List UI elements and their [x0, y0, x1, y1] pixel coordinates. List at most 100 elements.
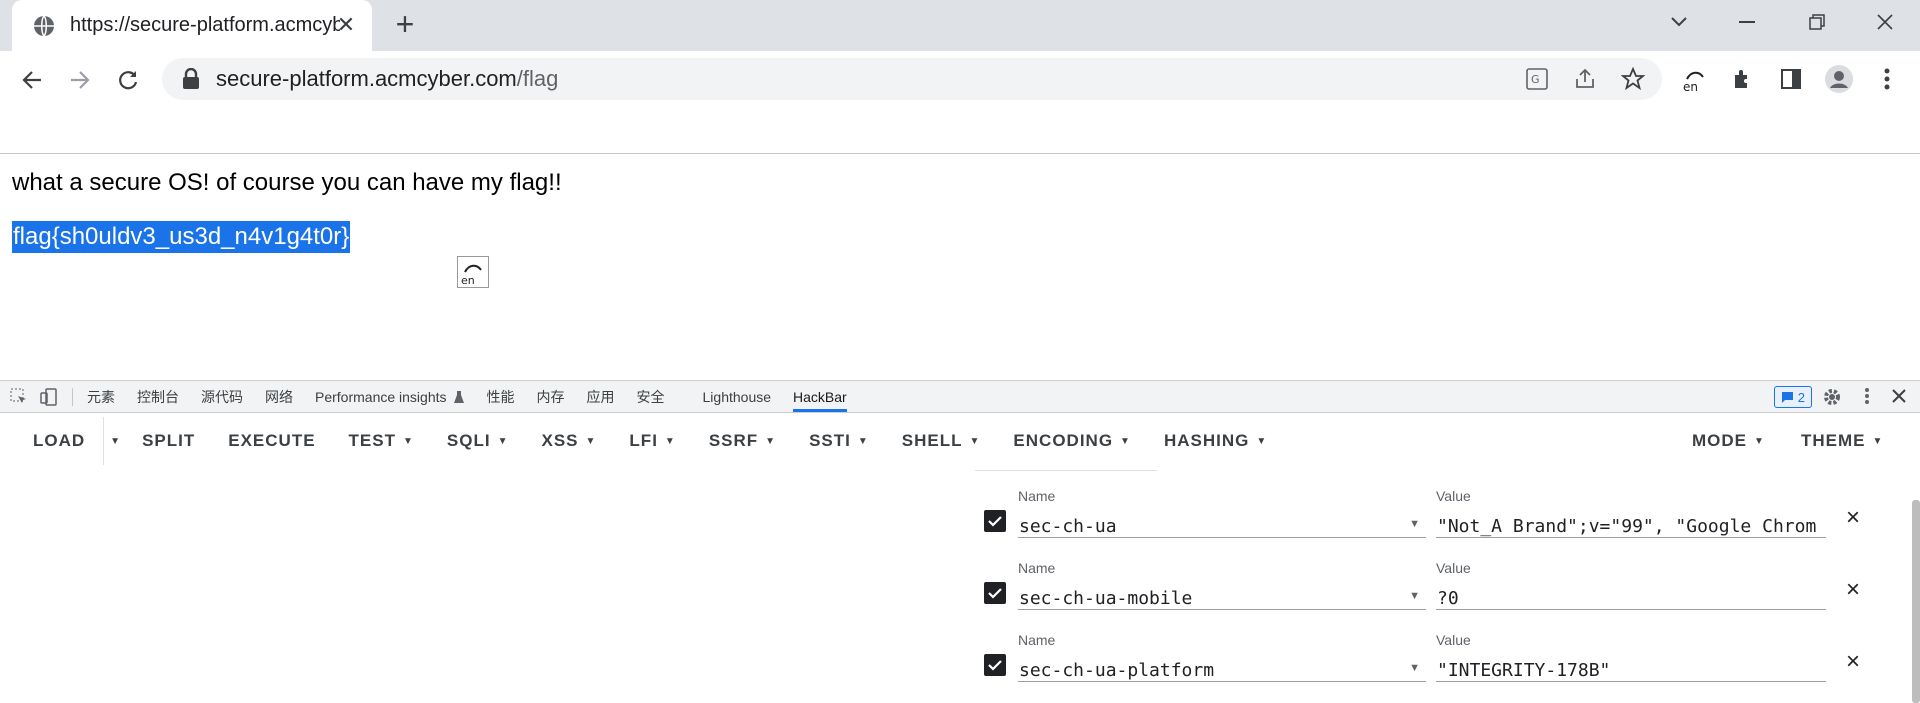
name-label: Name [1018, 488, 1056, 504]
inspect-element-icon[interactable] [10, 388, 28, 406]
header-value-text: "Not_A Brand";v="99", "Google Chrom [1437, 516, 1817, 537]
theme-menu-label: THEME [1801, 431, 1866, 450]
remove-header-icon[interactable]: × [1842, 506, 1864, 530]
header-value-input[interactable]: "INTEGRITY-178B" [1436, 650, 1826, 682]
address-bar[interactable]: secure-platform.acmcyber.com/flag G [162, 58, 1662, 100]
headers-scrollbar[interactable] [1912, 500, 1920, 703]
header-row: Name Value sec-ch-ua-mobile ▼ ?0 × [980, 556, 1880, 628]
remove-header-icon[interactable]: × [1842, 578, 1864, 602]
sqli-menu[interactable]: SQLI ▼ [447, 431, 509, 451]
sqli-menu-label: SQLI [446, 431, 491, 450]
header-enabled-checkbox[interactable] [984, 654, 1006, 676]
close-window-icon[interactable] [1850, 0, 1920, 44]
tab-memory[interactable]: 内存 [537, 381, 565, 412]
header-row: Name Value sec-ch-ua ▼ "Not_A Brand";v="… [980, 484, 1880, 556]
menu-kebab-icon[interactable] [1872, 64, 1902, 94]
xss-menu-label: XSS [541, 431, 579, 450]
minimize-icon[interactable] [1712, 0, 1782, 44]
flask-icon [453, 390, 464, 403]
header-name-text: sec-ch-ua [1019, 516, 1117, 537]
remove-header-icon[interactable]: × [1842, 650, 1864, 674]
header-name-text: sec-ch-ua-platform [1019, 660, 1215, 681]
settings-gear-icon[interactable] [1822, 387, 1842, 407]
shell-menu-label: SHELL [901, 431, 963, 450]
tab-console[interactable]: 控制台 [137, 381, 179, 412]
flag-text[interactable]: flag{sh0uldv3_us3d_n4v1g4t0r} [12, 221, 351, 253]
tab-elements[interactable]: 元素 [87, 381, 115, 412]
reload-icon[interactable] [110, 62, 146, 98]
tab-performance-insights[interactable]: Performance insights [315, 381, 465, 412]
hashing-menu[interactable]: HASHING ▼ [1164, 431, 1267, 451]
side-panel-icon[interactable] [1776, 64, 1806, 94]
close-tab-icon[interactable]: ✕ [334, 12, 358, 37]
browser-toolbar: secure-platform.acmcyber.com/flag G en [0, 51, 1920, 154]
shell-menu[interactable]: SHELL ▼ [902, 431, 981, 451]
mode-menu-label: MODE [1692, 431, 1747, 450]
header-value-text: "INTEGRITY-178B" [1437, 660, 1611, 681]
name-label: Name [1018, 632, 1056, 648]
page-content: what a secure OS! of course you can have… [0, 155, 1920, 380]
caret-down-icon: ▼ [969, 435, 981, 447]
forward-icon[interactable] [62, 62, 98, 98]
selection-translate-icon[interactable]: en [457, 256, 489, 288]
devtools-more-icon[interactable] [1864, 387, 1870, 405]
tab-sources[interactable]: 源代码 [201, 381, 243, 412]
mode-menu[interactable]: MODE ▼ [1692, 413, 1765, 469]
header-value-input[interactable]: ?0 [1436, 578, 1826, 610]
header-name-select[interactable]: sec-ch-ua ▼ [1018, 506, 1426, 538]
extensions-puzzle-icon[interactable] [1728, 64, 1758, 94]
page-message: what a secure OS! of course you can have… [12, 169, 562, 196]
issues-count: 2 [1797, 389, 1805, 405]
header-value-input[interactable]: "Not_A Brand";v="99", "Google Chrom [1436, 506, 1826, 538]
caret-down-icon: ▼ [497, 435, 509, 447]
hackbar-menu: LOAD ▼ SPLIT EXECUTE TEST ▼ SQLI ▼ XSS ▼ LF… [0, 413, 1920, 469]
xss-menu[interactable]: XSS ▼ [541, 431, 596, 451]
header-name-select[interactable]: sec-ch-ua-platform ▼ [1018, 650, 1426, 682]
split-button[interactable]: SPLIT [142, 431, 195, 451]
tab-security[interactable]: 安全 [637, 381, 665, 412]
translate-icon[interactable]: G [1524, 66, 1550, 92]
encoding-menu[interactable]: ENCODING ▼ [1013, 431, 1131, 451]
tab-network[interactable]: 网络 [265, 381, 293, 412]
url-path: /flag [516, 66, 559, 91]
device-toolbar-icon[interactable] [40, 387, 58, 406]
translator-extension-icon[interactable]: en [1680, 64, 1710, 94]
share-icon[interactable] [1572, 66, 1598, 92]
theme-menu[interactable]: THEME ▼ [1801, 413, 1883, 469]
header-enabled-checkbox[interactable] [984, 582, 1006, 604]
execute-button[interactable]: EXECUTE [228, 431, 315, 451]
svg-text:en: en [1683, 80, 1698, 93]
caret-down-icon: ▼ [1872, 435, 1884, 447]
ssrf-menu[interactable]: SSRF ▼ [709, 431, 776, 451]
tab-search-icon[interactable] [1644, 0, 1714, 44]
encoding-menu-label: ENCODING [1013, 431, 1114, 450]
url-host: secure-platform.acmcyber.com [216, 66, 517, 91]
globe-icon [34, 14, 54, 37]
bookmark-star-icon[interactable] [1620, 66, 1646, 92]
test-menu[interactable]: TEST ▼ [349, 431, 414, 451]
back-icon[interactable] [14, 62, 50, 98]
ssti-menu-label: SSTI [809, 431, 851, 450]
tab-performance[interactable]: 性能 [487, 381, 515, 412]
browser-tab[interactable]: https://secure-platform.acmcyber.com/fla… [12, 0, 372, 51]
close-devtools-icon[interactable] [1892, 389, 1906, 403]
ssti-menu[interactable]: SSTI ▼ [809, 431, 869, 451]
caret-down-icon: ▼ [664, 435, 676, 447]
issues-badge[interactable]: 2 [1773, 386, 1812, 408]
header-enabled-checkbox[interactable] [984, 510, 1006, 532]
lfi-menu[interactable]: LFI ▼ [629, 431, 675, 451]
load-button[interactable]: LOAD [33, 431, 85, 451]
tab-application[interactable]: 应用 [587, 381, 615, 412]
header-name-select[interactable]: sec-ch-ua-mobile ▼ [1018, 578, 1426, 610]
svg-text:en: en [461, 274, 475, 286]
restore-icon[interactable] [1782, 0, 1852, 44]
checkmark-icon [988, 516, 1002, 527]
new-tab-button[interactable]: + [390, 8, 420, 40]
value-label: Value [1436, 632, 1471, 648]
tab-hackbar[interactable]: HackBar [793, 381, 847, 412]
tab-lighthouse[interactable]: Lighthouse [703, 381, 772, 412]
profile-avatar-icon[interactable] [1824, 64, 1854, 94]
tab-title: https://secure-platform.acmcyber.com/fla… [70, 14, 340, 36]
tab-strip: https://secure-platform.acmcyber.com/fla… [0, 0, 1920, 51]
load-dropdown-icon[interactable]: ▼ [110, 436, 120, 447]
